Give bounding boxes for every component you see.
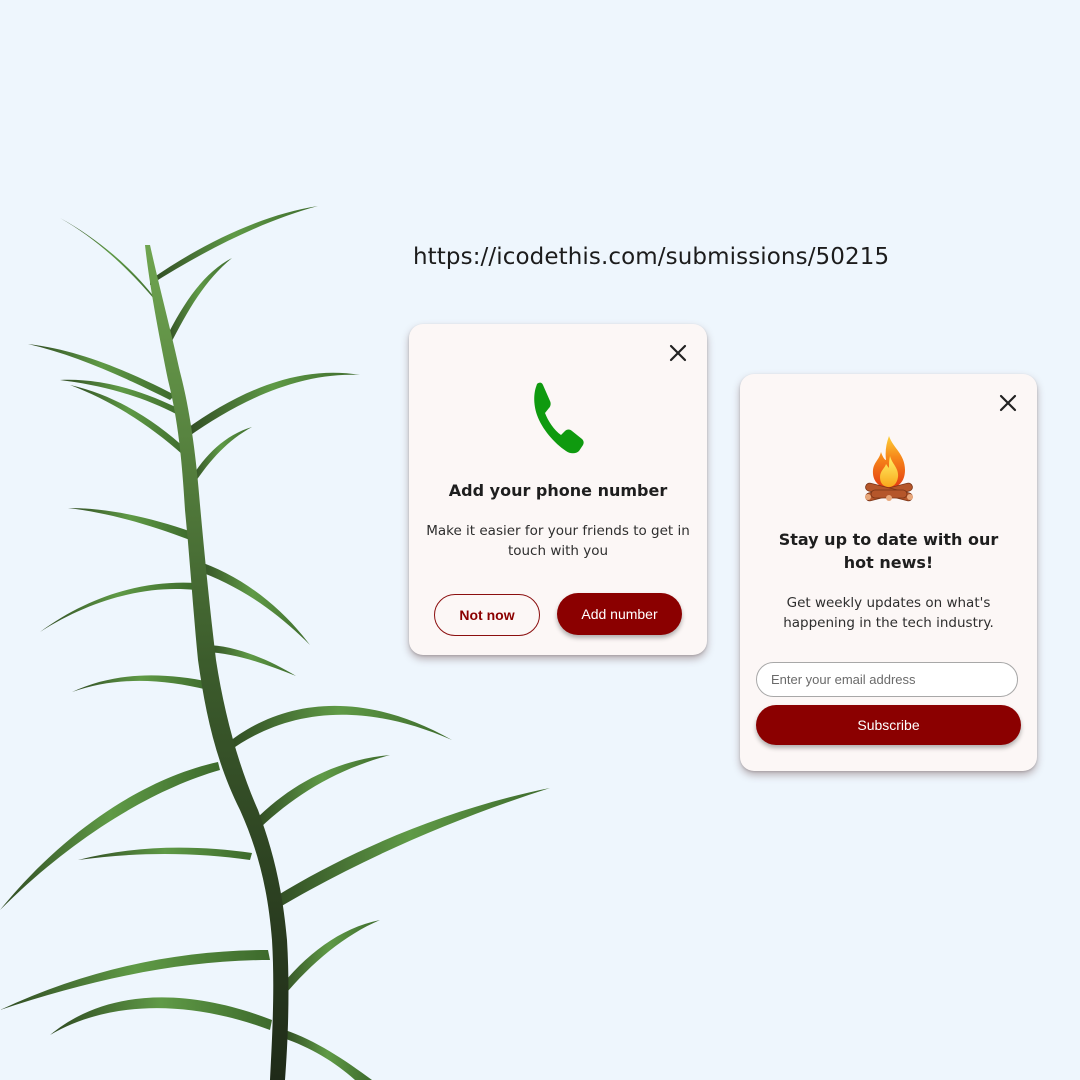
not-now-button[interactable]: Not now: [434, 594, 540, 636]
card-description: Get weekly updates on what's happening i…: [783, 595, 994, 631]
close-icon[interactable]: [996, 391, 1020, 415]
newsletter-card: Stay up to date with our hot news! Get w…: [740, 374, 1037, 771]
close-icon[interactable]: [666, 341, 690, 365]
add-number-button[interactable]: Add number: [557, 593, 682, 635]
phone-icon: [532, 381, 584, 460]
subscribe-button[interactable]: Subscribe: [756, 705, 1021, 745]
add-phone-card: Add your phone number Make it easier for…: [409, 324, 707, 655]
campfire-icon: [861, 434, 917, 509]
card-description: Make it easier for your friends to get i…: [426, 523, 690, 559]
email-input[interactable]: [756, 662, 1018, 697]
card-title: Stay up to date with our hot news!: [778, 530, 999, 572]
card-title: Add your phone number: [448, 481, 668, 500]
submission-url: https://icodethis.com/submissions/50215: [413, 244, 890, 270]
